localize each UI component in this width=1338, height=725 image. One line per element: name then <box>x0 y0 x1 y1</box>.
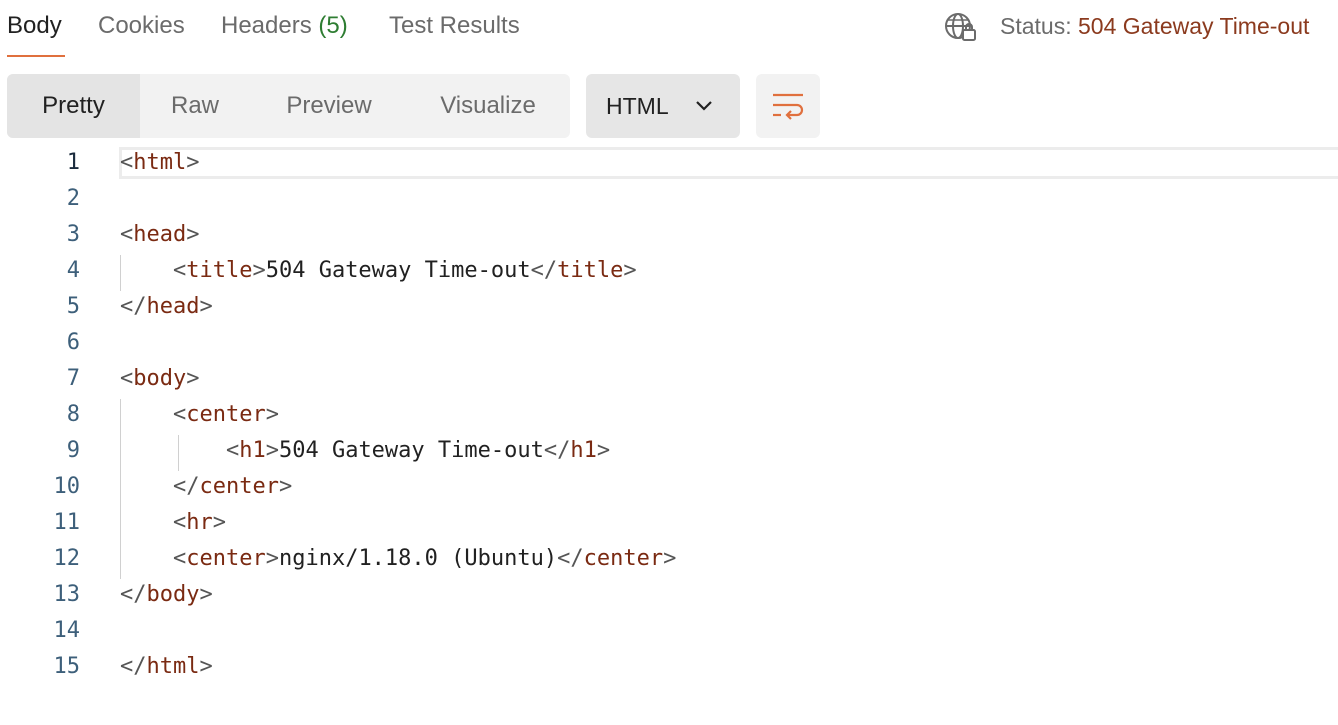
code-line: 1 <html> <box>0 145 1338 181</box>
code-line: 8 <center> <box>0 397 1338 433</box>
format-dropdown-value: HTML <box>606 93 669 119</box>
code-line: 13 </body> <box>0 577 1338 613</box>
code-line: 9 <h1>504 Gateway Time-out</h1> <box>0 433 1338 469</box>
wrap-lines-button[interactable] <box>756 74 820 138</box>
chevron-down-icon <box>696 101 712 111</box>
code-text: <h1>504 Gateway Time-out</h1> <box>225 438 611 463</box>
tab-headers-label: Headers <box>221 12 312 39</box>
line-number: 2 <box>66 186 80 211</box>
active-tab-indicator <box>7 55 65 57</box>
response-tabs: Body Cookies Headers (5) Test Results St… <box>0 0 1338 60</box>
line-number: 15 <box>53 654 81 679</box>
code-line: 2 <box>0 181 1338 217</box>
code-text: </head> <box>120 294 213 319</box>
line-number: 6 <box>66 330 80 355</box>
tab-cookies[interactable]: Cookies <box>98 10 185 42</box>
response-status: Status: 504 Gateway Time-out <box>1000 10 1309 42</box>
code-line: 11 <hr> <box>0 505 1338 541</box>
globe-lock-icon[interactable] <box>943 11 977 43</box>
status-label: Status: <box>1000 13 1072 39</box>
code-text: </html> <box>120 654 213 679</box>
tab-test-results[interactable]: Test Results <box>389 10 520 42</box>
response-body-editor[interactable]: 1 <html> 2 3 <head> 4 <title>504 Gateway Time… <box>0 147 1338 707</box>
code-text: <html> <box>120 150 200 175</box>
wrap-lines-icon <box>773 93 804 120</box>
format-dropdown[interactable]: HTML <box>586 74 740 138</box>
view-mode-visualize[interactable]: Visualize <box>408 74 568 138</box>
code-line: 4 <title>504 Gateway Time-out</title> <box>0 253 1338 289</box>
tab-headers[interactable]: Headers (5) <box>221 10 348 42</box>
line-number: 4 <box>66 258 80 283</box>
code-text: <head> <box>120 222 200 247</box>
line-number: 3 <box>66 222 80 247</box>
code-text: <title>504 Gateway Time-out</title> <box>172 258 637 283</box>
line-number: 5 <box>66 294 80 319</box>
code-text: <center> <box>172 402 279 427</box>
code-text: </body> <box>120 582 213 607</box>
code-line: 15 </html> <box>0 649 1338 685</box>
headers-count-badge: (5) <box>318 12 348 39</box>
code-line: 10 </center> <box>0 469 1338 505</box>
line-number: 7 <box>66 366 80 391</box>
line-number: 13 <box>53 582 81 607</box>
line-number: 10 <box>53 474 81 499</box>
view-mode-preview[interactable]: Preview <box>250 74 408 138</box>
code-line: 14 <box>0 613 1338 649</box>
line-number: 9 <box>66 438 80 463</box>
tab-body[interactable]: Body <box>7 10 62 42</box>
code-line: 3 <head> <box>0 217 1338 253</box>
code-text: <center>nginx/1.18.0 (Ubuntu)</center> <box>172 546 677 571</box>
code-text: <body> <box>120 366 200 391</box>
line-number: 12 <box>53 546 81 571</box>
code-line: 6 <box>0 325 1338 361</box>
view-mode-pretty[interactable]: Pretty <box>7 74 140 138</box>
line-number: 1 <box>66 150 80 175</box>
code-text: <hr> <box>172 510 226 535</box>
status-value: 504 Gateway Time-out <box>1078 13 1310 39</box>
line-number: 11 <box>53 510 81 535</box>
view-mode-selector: Pretty Raw Preview Visualize <box>7 74 570 138</box>
code-text: </center> <box>172 474 293 499</box>
code-line: 5 </head> <box>0 289 1338 325</box>
code-line: 12 <center>nginx/1.18.0 (Ubuntu)</center… <box>0 541 1338 577</box>
view-mode-raw[interactable]: Raw <box>140 74 250 138</box>
line-number: 8 <box>66 402 80 427</box>
code-line: 7 <body> <box>0 361 1338 397</box>
line-number: 14 <box>53 618 81 643</box>
